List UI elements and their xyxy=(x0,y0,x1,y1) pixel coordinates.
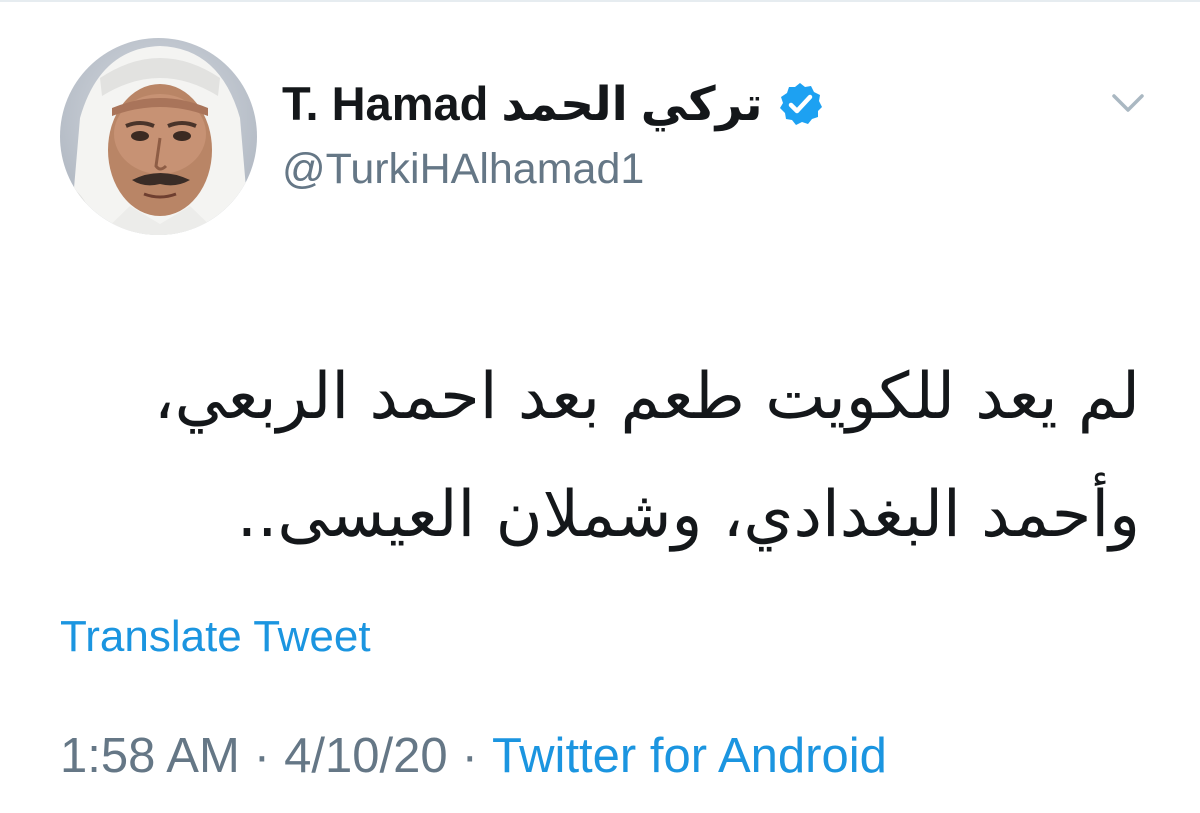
translate-tweet-link[interactable]: Translate Tweet xyxy=(60,612,371,662)
meta-separator: · xyxy=(253,729,271,783)
meta-separator: · xyxy=(461,729,478,783)
username-handle[interactable]: @TurkiHAlhamad1 xyxy=(282,145,644,194)
author-name-row: T. Hamad تركي الحمد xyxy=(282,74,823,134)
tweet-text: لم يعد للكويت طعم بعد احمد الربعي، وأحمد… xyxy=(140,338,1140,574)
tweet-date: 4/10/20 xyxy=(284,729,448,783)
tweet-time: 1:58 AM xyxy=(60,729,240,783)
tweet-card: T. Hamad تركي الحمد @TurkiHAlhamad1 لم ي… xyxy=(0,0,1200,813)
chevron-down-icon[interactable] xyxy=(1108,88,1148,118)
avatar[interactable] xyxy=(60,38,257,235)
profile-photo xyxy=(60,38,257,235)
tweet-metadata: 1:58 AM · 4/10/20 · Twitter for Android xyxy=(60,728,887,784)
tweet-text-line: لم يعد للكويت طعم بعد احمد الربعي، xyxy=(153,360,1140,434)
verified-badge-icon xyxy=(777,81,823,127)
tweet-source-link[interactable]: Twitter for Android xyxy=(492,728,887,784)
display-name[interactable]: T. Hamad تركي الحمد xyxy=(282,76,763,132)
tweet-text-line: وأحمد البغدادي، وشملان العيسى.. xyxy=(236,478,1140,552)
